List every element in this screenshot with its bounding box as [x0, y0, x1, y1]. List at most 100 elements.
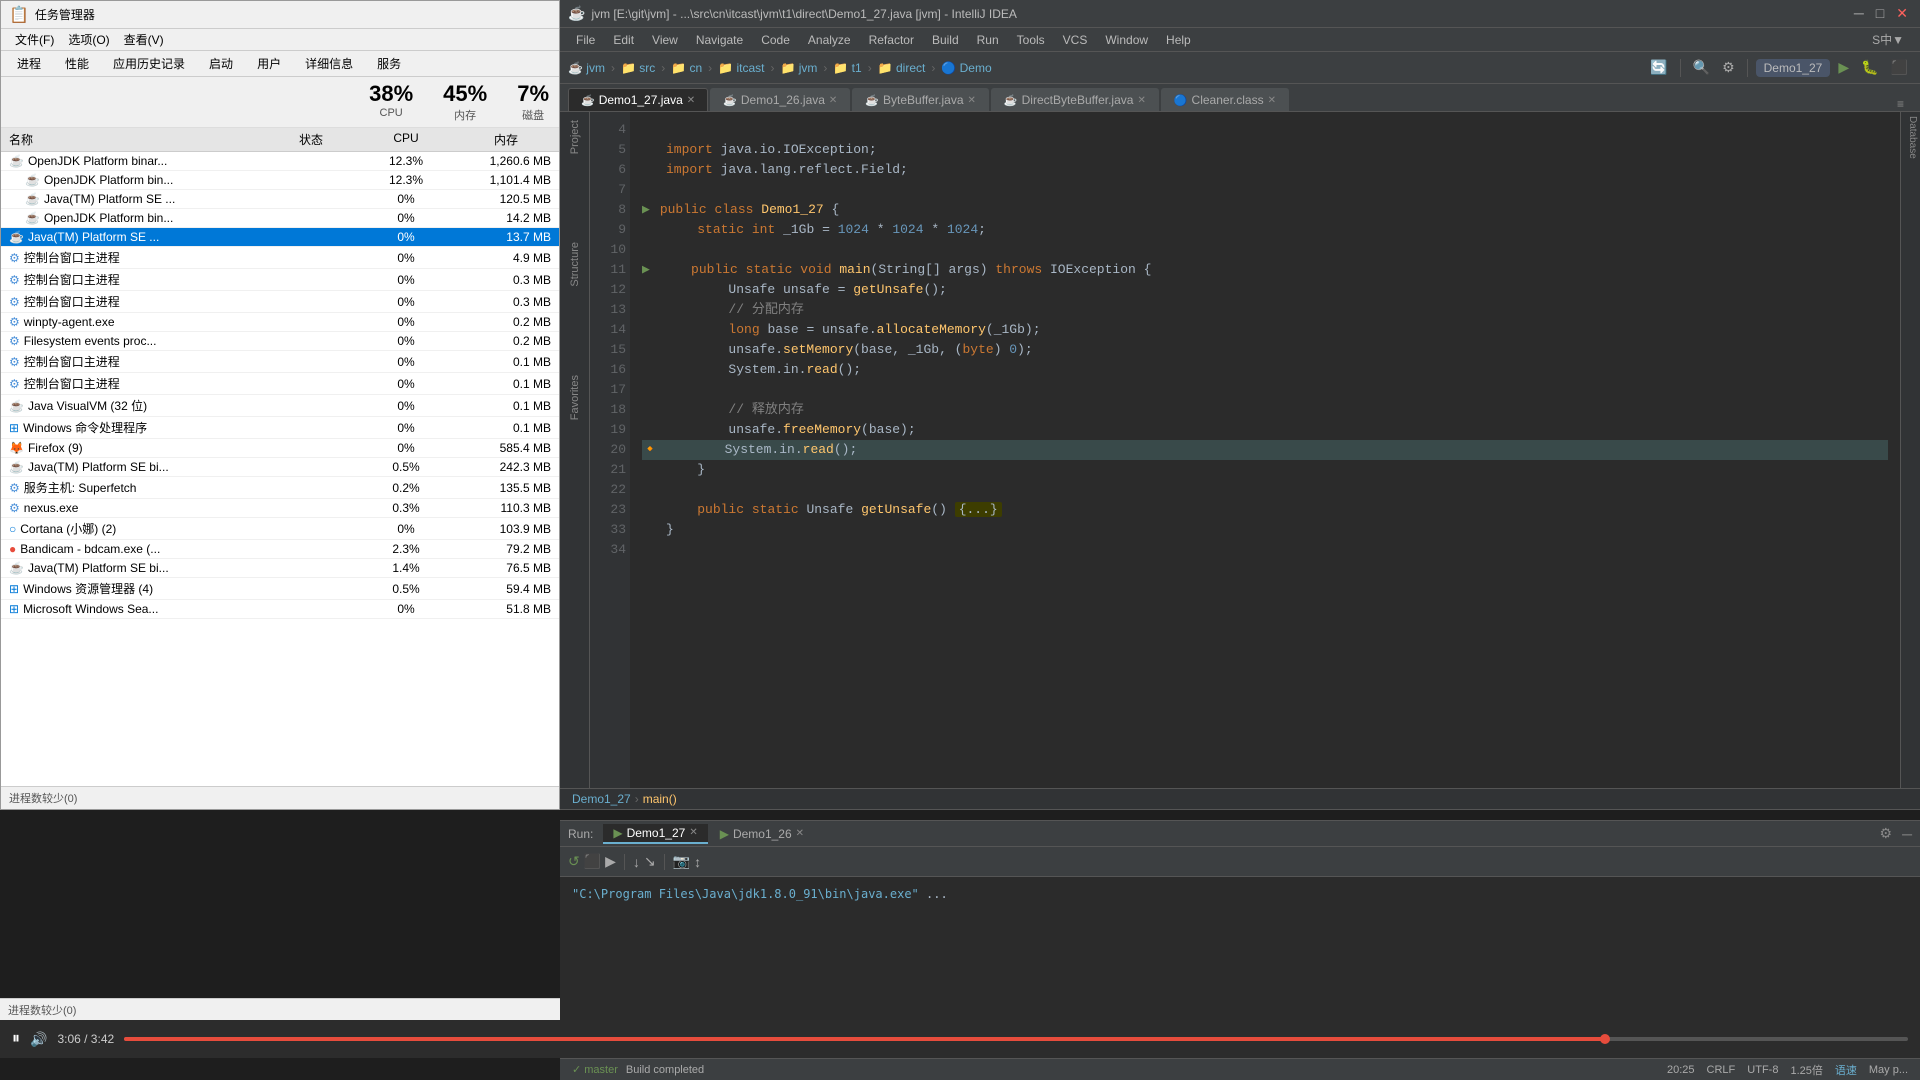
- run-tab-close-2[interactable]: ✕: [796, 828, 804, 839]
- run-step-over[interactable]: ↓: [633, 854, 640, 870]
- run-scroll[interactable]: ↕: [694, 854, 701, 870]
- run-minimize[interactable]: ─: [1902, 826, 1912, 842]
- tab-directbytebuffer[interactable]: ☕ DirectByteBuffer.java ✕: [991, 88, 1159, 111]
- table-row[interactable]: ⚙ Filesystem events proc... 0% 0.2 MB: [1, 332, 559, 351]
- menu-analyze[interactable]: Analyze: [800, 31, 859, 49]
- tm-tab-users[interactable]: 用户: [249, 53, 289, 74]
- code-editor[interactable]: 45678910111213141516171819202122233334 i…: [590, 112, 1900, 788]
- table-row[interactable]: ⊞ Microsoft Windows Sea... 0% 51.8 MB: [1, 600, 559, 619]
- run-rerun[interactable]: ↺: [568, 853, 580, 870]
- col-status[interactable]: 状态: [271, 131, 351, 148]
- bc-src[interactable]: 📁 src: [621, 61, 655, 75]
- toolbar-refresh[interactable]: 🔄: [1646, 57, 1671, 78]
- tm-tab-startup[interactable]: 启动: [201, 53, 241, 74]
- menu-file[interactable]: File: [568, 31, 603, 49]
- bc-jvm2[interactable]: 📁 jvm: [780, 61, 817, 75]
- tab-demo1-27[interactable]: ☕ Demo1_27.java ✕: [568, 88, 708, 111]
- tab-demo1-26[interactable]: ☕ Demo1_26.java ✕: [710, 88, 850, 111]
- run-tab-demo1-26[interactable]: ▶ Demo1_26 ✕: [710, 825, 814, 843]
- menu-view[interactable]: View: [644, 31, 686, 49]
- table-row[interactable]: ☕ Java(TM) Platform SE bi... 1.4% 76.5 M…: [1, 559, 559, 578]
- table-row[interactable]: ⚙ 控制台窗口主进程 0% 4.9 MB: [1, 247, 559, 269]
- run-resume[interactable]: ▶: [605, 853, 616, 870]
- table-row[interactable]: ☕ OpenJDK Platform bin... 12.3% 1,101.4 …: [1, 171, 559, 190]
- tab-close-5[interactable]: ✕: [1268, 95, 1276, 106]
- table-row[interactable]: ☕ Java(TM) Platform SE ... 0% 13.7 MB: [1, 228, 559, 247]
- table-row[interactable]: 🦊 Firefox (9) 0% 585.4 MB: [1, 439, 559, 458]
- run-step-into[interactable]: ↘: [644, 853, 656, 870]
- run-stop[interactable]: ⬛: [584, 853, 601, 870]
- col-mem[interactable]: 内存: [461, 131, 551, 148]
- table-row[interactable]: ⚙ 控制台窗口主进程 0% 0.1 MB: [1, 351, 559, 373]
- table-row[interactable]: ☕ OpenJDK Platform bin... 0% 14.2 MB: [1, 209, 559, 228]
- table-row[interactable]: ⚙ nexus.exe 0.3% 110.3 MB: [1, 499, 559, 518]
- table-row[interactable]: ⚙ 控制台窗口主进程 0% 0.3 MB: [1, 269, 559, 291]
- tab-scroll[interactable]: ≡: [1897, 97, 1904, 111]
- tm-menu-file[interactable]: 文件(F): [9, 30, 60, 49]
- tab-cleaner[interactable]: 🔵 Cleaner.class ✕: [1161, 88, 1289, 111]
- tm-menu-view[interactable]: 查看(V): [118, 30, 170, 49]
- bc-itcast[interactable]: 📁 itcast: [718, 61, 764, 75]
- bc-method[interactable]: main(): [643, 792, 677, 806]
- maximize-button[interactable]: □: [1872, 5, 1888, 22]
- menu-build[interactable]: Build: [924, 31, 967, 49]
- run-gutter-arrow[interactable]: ▶: [642, 260, 650, 280]
- run-camera[interactable]: 📷: [673, 853, 690, 870]
- status-vcs[interactable]: ✓ master: [572, 1063, 618, 1076]
- tm-menu-options[interactable]: 选项(O): [62, 30, 115, 49]
- bc-t1[interactable]: 📁 t1: [833, 61, 861, 75]
- col-cpu[interactable]: CPU: [351, 131, 461, 148]
- run-tab-close-1[interactable]: ✕: [689, 827, 697, 838]
- bc-cn[interactable]: 📁 cn: [671, 61, 702, 75]
- debug-button[interactable]: 🐛: [1857, 57, 1882, 78]
- run-config[interactable]: Demo1_27: [1756, 59, 1831, 77]
- toolbar-search[interactable]: 🔍: [1689, 57, 1714, 78]
- status-encoding[interactable]: UTF-8: [1747, 1064, 1778, 1076]
- run-button[interactable]: ▶: [1834, 57, 1853, 78]
- menu-vcs[interactable]: VCS: [1055, 31, 1096, 49]
- table-row[interactable]: ● Bandicam - bdcam.exe (... 2.3% 79.2 MB: [1, 540, 559, 559]
- table-row[interactable]: ⚙ 服务主机: Superfetch 0.2% 135.5 MB: [1, 477, 559, 499]
- menu-code[interactable]: Code: [753, 31, 798, 49]
- table-row[interactable]: ○ Cortana (小娜) (2) 0% 103.9 MB: [1, 518, 559, 540]
- minimize-button[interactable]: ─: [1850, 5, 1868, 22]
- run-tab-demo1-27[interactable]: ▶ Demo1_27 ✕: [603, 824, 707, 844]
- menu-window[interactable]: Window: [1097, 31, 1156, 49]
- structure-panel-toggle[interactable]: Structure: [569, 242, 581, 287]
- tab-close-3[interactable]: ✕: [968, 95, 976, 106]
- table-row[interactable]: ⚙ 控制台窗口主进程 0% 0.1 MB: [1, 373, 559, 395]
- status-lang[interactable]: 语速: [1835, 1062, 1857, 1078]
- menu-run[interactable]: Run: [969, 31, 1007, 49]
- tm-tab-apphistory[interactable]: 应用历史记录: [105, 53, 193, 74]
- tm-tab-details[interactable]: 详细信息: [297, 53, 361, 74]
- status-position[interactable]: 20:25: [1667, 1064, 1695, 1076]
- bc-demo[interactable]: 🔵 Demo: [941, 61, 991, 75]
- table-row[interactable]: ☕ Java(TM) Platform SE bi... 0.5% 242.3 …: [1, 458, 559, 477]
- tab-close-2[interactable]: ✕: [829, 95, 837, 106]
- menu-help[interactable]: Help: [1158, 31, 1199, 49]
- volume-button[interactable]: 🔊: [30, 1031, 47, 1048]
- menu-navigate[interactable]: Navigate: [688, 31, 751, 49]
- tm-tab-process[interactable]: 进程: [9, 53, 49, 74]
- bc-jvm[interactable]: ☕ jvm: [568, 61, 605, 75]
- table-row[interactable]: ⚙ 控制台窗口主进程 0% 0.3 MB: [1, 291, 559, 313]
- table-row[interactable]: ⊞ Windows 资源管理器 (4) 0.5% 59.4 MB: [1, 578, 559, 600]
- menu-tools[interactable]: Tools: [1009, 31, 1053, 49]
- stop-button[interactable]: ⬛: [1887, 57, 1912, 78]
- tab-close-1[interactable]: ✕: [687, 95, 695, 106]
- table-row[interactable]: ☕ Java(TM) Platform SE ... 0% 120.5 MB: [1, 190, 559, 209]
- video-progress-bar[interactable]: [124, 1037, 1908, 1041]
- favorites-toggle[interactable]: Favorites: [569, 375, 581, 420]
- tab-close-4[interactable]: ✕: [1137, 95, 1145, 106]
- status-crlf[interactable]: CRLF: [1707, 1064, 1736, 1076]
- bc-direct[interactable]: 📁 direct: [878, 61, 926, 75]
- tm-tab-perf[interactable]: 性能: [57, 53, 97, 74]
- play-button[interactable]: ⏸: [12, 1030, 20, 1048]
- run-settings[interactable]: ⚙: [1880, 825, 1893, 842]
- status-zoom[interactable]: May p...: [1869, 1064, 1908, 1076]
- table-row[interactable]: ☕ OpenJDK Platform binar... 12.3% 1,260.…: [1, 152, 559, 171]
- table-row[interactable]: ⊞ Windows 命令处理程序 0% 0.1 MB: [1, 417, 559, 439]
- code-content[interactable]: import java.io.IOException;import java.l…: [630, 112, 1900, 788]
- col-name[interactable]: 名称: [9, 131, 271, 148]
- tm-tab-services[interactable]: 服务: [369, 53, 409, 74]
